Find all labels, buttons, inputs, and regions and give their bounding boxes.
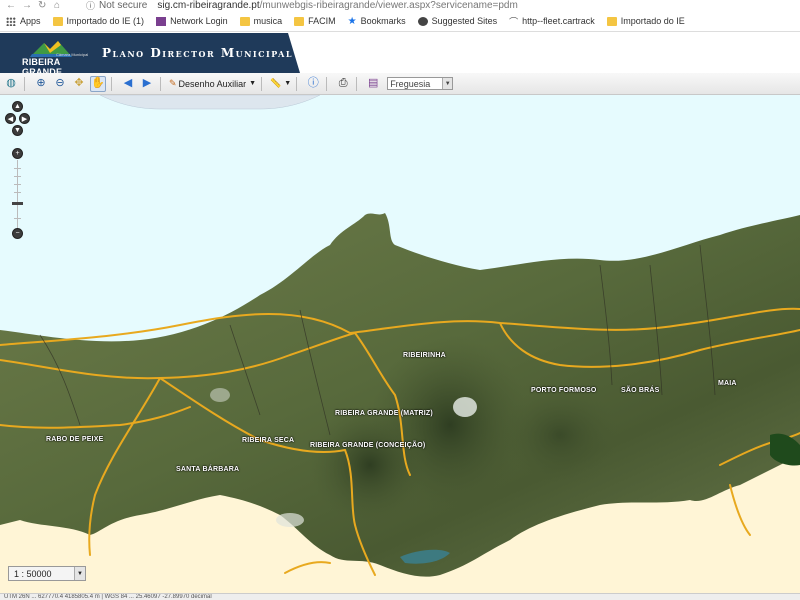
page-title: Plano Director Municipal (102, 46, 294, 60)
bookmark-facim[interactable]: FACIM (294, 16, 336, 26)
bookmark-bookmarks[interactable]: ★ Bookmarks (348, 16, 406, 27)
bookmarks-bar: Apps Importado do IE (1) Network Login m… (0, 11, 800, 32)
municipality-logo[interactable]: Câmara Municipal RIBEIRA GRANDE (22, 37, 92, 77)
toolbar-divider (261, 76, 263, 91)
chevron-down-icon: ▼ (284, 80, 292, 87)
zoom-tick (14, 192, 21, 193)
place-label: MAIA (718, 380, 737, 387)
drawing-dropdown[interactable]: ✎ Desenho Auxiliar ▼ (169, 78, 256, 89)
place-label: RIBEIRA SECA (242, 437, 295, 444)
zoom-slider-track[interactable] (17, 160, 18, 230)
pan-arrows-icon[interactable]: ✥ (71, 76, 87, 92)
layers-icon[interactable]: ▤ (365, 76, 381, 92)
toolbar-divider (111, 76, 112, 91)
map-image (0, 213, 800, 593)
pan-right-button[interactable]: ▶ (19, 113, 30, 124)
star-icon: ★ (347, 15, 357, 27)
zoom-tick (14, 176, 21, 177)
bookmark-importado-ie-1[interactable]: Importado do IE (1) (52, 16, 145, 26)
place-label: SANTA BÁRBARA (176, 466, 240, 473)
bookmark-fleet-cartrack[interactable]: ⌒ http--fleet.cartrack (509, 15, 595, 28)
place-label: RABO DE PEIXE (46, 436, 104, 443)
toolbar-divider (160, 76, 161, 91)
folder-icon (294, 16, 305, 26)
home-icon[interactable]: ⌂ (54, 0, 64, 11)
zoom-tick (14, 184, 21, 185)
folder-icon (606, 16, 617, 26)
place-label: RIBEIRA GRANDE (MATRIZ) (335, 410, 433, 417)
folder-icon (52, 16, 63, 26)
measure-ruler-icon: 📏 (270, 78, 282, 88)
url-path: /munwebgis-ribeiragrande/viewer.aspx?ser… (259, 0, 518, 11)
toolbar-divider (356, 76, 358, 91)
globe-icon (417, 16, 428, 26)
bookmark-label: http--fleet.cartrack (522, 16, 595, 26)
full-extent-globe-icon[interactable]: ◍ (3, 76, 19, 92)
bookmark-label: Suggested Sites (431, 16, 498, 26)
pan-hand-icon[interactable]: ✋ (90, 75, 106, 92)
network-login-icon (156, 16, 167, 26)
bookmark-label: musica (253, 16, 283, 26)
toolbar-tab-shape (99, 95, 321, 110)
coordinates-status-bar: UTM 26N ... 627770.4 4185805.4 m | WGS 8… (0, 593, 800, 600)
place-label: PORTO FORMOSO (531, 387, 597, 394)
chevron-down-icon: ▼ (74, 567, 85, 580)
url-host: sig.cm-ribeiragrande.pt (157, 0, 260, 11)
folder-icon (239, 16, 250, 26)
bookmark-label: FACIM (308, 16, 336, 26)
zoom-in-icon[interactable]: ⊕ (33, 76, 49, 92)
zoom-tick (14, 218, 21, 219)
bookmark-label: Network Login (170, 16, 228, 26)
drawing-label: Desenho Auxiliar (178, 78, 247, 89)
zoom-out-icon[interactable]: ⊖ (52, 76, 68, 92)
map-toolbar: ◍ ⊕ ⊖ ✥ ✋ ◀ ▶ ✎ Desenho Auxiliar ▼ 📏 ▼ ⓘ… (0, 73, 800, 95)
url-field[interactable]: sig.cm-ribeiragrande.pt/munwebgis-ribeir… (157, 0, 517, 11)
previous-extent-icon[interactable]: ◀ (120, 76, 136, 92)
toolbar-divider (24, 76, 25, 91)
apps-grid-icon (6, 16, 16, 26)
place-label: RIBEIRINHA (403, 352, 446, 359)
app-header: Câmara Municipal RIBEIRA GRANDE Plano Di… (0, 33, 800, 77)
zoom-out-button[interactable]: − (12, 228, 23, 239)
bookmark-importado-ie[interactable]: Importado do IE (606, 16, 685, 26)
pan-down-button[interactable]: ▼ (12, 125, 23, 136)
map-canvas[interactable] (0, 95, 800, 593)
measure-dropdown[interactable]: 📏 ▼ (270, 78, 291, 89)
bookmark-suggested-sites[interactable]: Suggested Sites (417, 16, 498, 26)
info-icon[interactable]: ⓘ (305, 76, 321, 92)
toolbar-divider (296, 76, 298, 91)
chevron-down-icon: ▼ (249, 80, 257, 87)
next-extent-icon[interactable]: ▶ (139, 76, 155, 92)
layer-select-value: Freguesia (390, 78, 431, 89)
place-label: RIBEIRA GRANDE (CONCEIÇÃO) (310, 442, 426, 449)
security-label: Not secure (99, 0, 148, 11)
pan-up-button[interactable]: ▲ (12, 101, 23, 112)
bookmark-musica[interactable]: musica (239, 16, 283, 26)
print-icon[interactable]: ⎙ (335, 76, 351, 92)
place-label: SÃO BRÁS (621, 387, 660, 394)
reload-icon[interactable]: ↻ (38, 0, 48, 11)
forward-arrow-icon[interactable]: → (22, 0, 32, 11)
zoom-in-button[interactable]: + (12, 148, 23, 159)
chevron-down-icon: ▼ (442, 78, 453, 89)
toolbar-divider (326, 76, 328, 91)
browser-address-bar: ← → ↻ ⌂ ⓘ Not secure sig.cm-ribeiragrand… (0, 0, 800, 11)
scale-select[interactable]: 1 : 50000 ▼ (8, 566, 86, 581)
zoom-tick (14, 168, 21, 169)
bookmark-apps[interactable]: Apps (6, 16, 41, 26)
back-arrow-icon[interactable]: ← (6, 0, 16, 11)
bookmark-network-login[interactable]: Network Login (156, 16, 228, 26)
arc-icon: ⌒ (509, 16, 519, 27)
bookmark-label: Importado do IE (1) (66, 16, 145, 26)
drawing-icon: ✎ (169, 78, 177, 88)
info-icon[interactable]: ⓘ (86, 0, 95, 11)
bookmark-label: Apps (20, 16, 41, 26)
pan-left-button[interactable]: ◀ (5, 113, 16, 124)
layer-select[interactable]: Freguesia ▼ (387, 77, 454, 90)
bookmark-label: Importado do IE (620, 16, 685, 26)
scale-value: 1 : 50000 (14, 568, 52, 579)
bookmark-label: Bookmarks (360, 16, 406, 26)
zoom-slider-handle[interactable] (12, 202, 23, 205)
